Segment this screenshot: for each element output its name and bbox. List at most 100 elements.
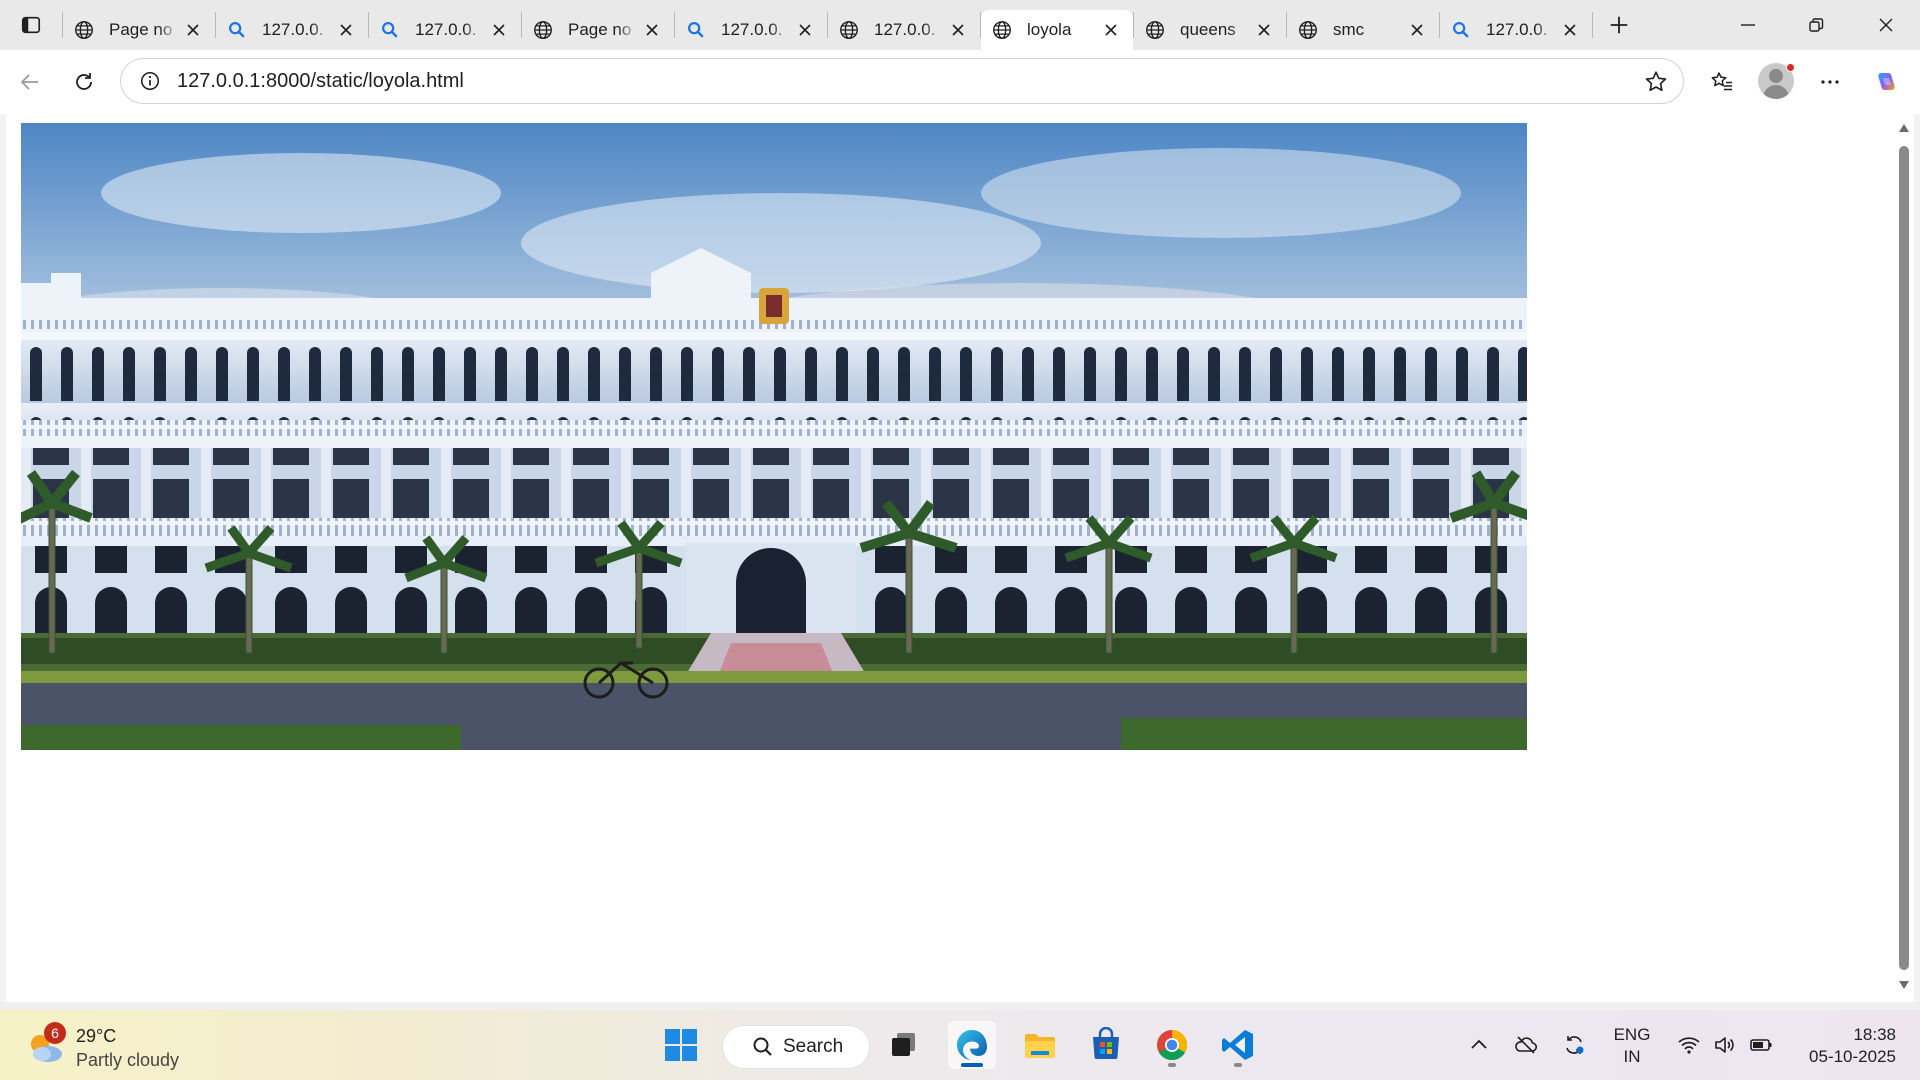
close-icon (1879, 18, 1893, 32)
search-icon (685, 19, 707, 41)
info-icon (140, 71, 160, 91)
tab-actions-button[interactable] (0, 0, 62, 50)
tab-label: Page no (109, 20, 173, 39)
microsoft-store-button[interactable] (1082, 1021, 1130, 1069)
store-icon (1093, 1027, 1119, 1059)
copilot-icon (1878, 73, 1895, 90)
tab-5[interactable]: 127.0.0. (828, 10, 980, 50)
copilot-button[interactable] (1866, 62, 1906, 102)
tab-2[interactable]: 127.0.0. (369, 10, 521, 50)
tab-label: queens (1180, 20, 1236, 39)
show-hidden-icons-button[interactable] (1464, 1030, 1494, 1060)
input-language-indicator[interactable]: ENG IN (1612, 1024, 1652, 1068)
tab-label: 127.0.0. (262, 20, 324, 39)
profile-notification-dot (1786, 63, 1795, 72)
minimize-button[interactable] (1714, 0, 1782, 50)
restore-button[interactable] (1782, 0, 1850, 50)
tab-3[interactable]: Page no (522, 10, 674, 50)
close-tab-icon[interactable] (642, 20, 662, 40)
battery-tray-button[interactable] (1746, 1030, 1776, 1060)
close-tab-icon[interactable] (1254, 20, 1274, 40)
page-viewport (6, 114, 1900, 1002)
close-tab-icon[interactable] (1407, 20, 1427, 40)
back-button[interactable] (10, 62, 50, 102)
vscode-icon (1222, 1030, 1253, 1060)
wifi-tray-button[interactable] (1674, 1030, 1704, 1060)
tab-7[interactable]: queens (1134, 10, 1286, 50)
sync-tray-button[interactable] (1559, 1030, 1589, 1060)
tab-8[interactable]: smc (1287, 10, 1439, 50)
new-tab-button[interactable] (1593, 0, 1645, 50)
start-button[interactable] (657, 1021, 705, 1069)
vscode-taskbar-button[interactable] (1214, 1021, 1262, 1069)
search-icon (379, 19, 401, 41)
weather-widget[interactable]: 6 29°C Partly cloudy (24, 1018, 214, 1072)
sync-icon (1566, 1036, 1584, 1054)
back-arrow-icon (20, 74, 38, 90)
settings-more-button[interactable] (1810, 62, 1850, 102)
close-tab-icon[interactable] (489, 20, 509, 40)
chevron-up-icon (1471, 1039, 1487, 1049)
tab-6[interactable]: loyola (981, 10, 1133, 50)
globe-icon (991, 19, 1013, 41)
clock-date: 05-10-2025 (1809, 1047, 1896, 1066)
edge-taskbar-button[interactable] (948, 1021, 996, 1069)
avatar-body (1763, 85, 1789, 99)
college-building-image (21, 123, 1527, 750)
globe-icon (1144, 19, 1166, 41)
close-tab-icon[interactable] (336, 20, 356, 40)
close-tab-icon[interactable] (948, 20, 968, 40)
address-bar[interactable]: 127.0.0.1:8000/static/loyola.html (120, 58, 1684, 104)
volume-icon (1715, 1037, 1734, 1053)
scroll-up-arrow-icon[interactable] (1898, 123, 1910, 133)
favorite-star-icon[interactable] (1643, 69, 1669, 95)
browser-bottom-edge (0, 1002, 1920, 1010)
task-view-button[interactable] (880, 1021, 928, 1069)
language-secondary: IN (1623, 1047, 1641, 1066)
language-primary: ENG (1613, 1025, 1651, 1044)
weather-notification-badge: 6 (44, 1022, 66, 1044)
page-scrollbar[interactable] (1894, 114, 1914, 1002)
chrome-taskbar-button[interactable] (1148, 1021, 1196, 1069)
site-info-button[interactable] (127, 58, 173, 104)
avatar-head (1769, 69, 1783, 83)
scroll-thumb[interactable] (1899, 146, 1909, 970)
address-url[interactable]: 127.0.0.1:8000/static/loyola.html (177, 70, 464, 93)
close-tab-icon[interactable] (1101, 20, 1121, 40)
taskbar-search[interactable]: Search (722, 1025, 870, 1069)
close-window-button[interactable] (1852, 0, 1920, 50)
tab-label: Page no (568, 20, 632, 39)
tab-label: loyola (1027, 20, 1072, 39)
tab-9[interactable]: 127.0.0. (1440, 10, 1592, 50)
close-tab-icon[interactable] (1560, 20, 1580, 40)
globe-icon (838, 19, 860, 41)
onedrive-tray-button[interactable] (1511, 1030, 1541, 1060)
tab-1[interactable]: 127.0.0. (216, 10, 368, 50)
tab-strip: Page no 127.0.0. 127.0.0. Page no 127.0.0. 12… (0, 0, 1920, 50)
restore-icon (1809, 18, 1824, 32)
file-explorer-button[interactable] (1016, 1021, 1064, 1069)
tab-list: Page no 127.0.0. 127.0.0. Page no 127.0.0. 12… (63, 0, 1592, 50)
close-tab-icon[interactable] (795, 20, 815, 40)
tab-0[interactable]: Page no (63, 10, 215, 50)
vscode-running-indicator (1234, 1063, 1242, 1067)
task-view-icon (892, 1033, 915, 1056)
tab-label: 127.0.0. (1486, 20, 1548, 39)
favorites-button[interactable] (1702, 62, 1742, 102)
edge-icon (957, 1030, 987, 1060)
refresh-icon (76, 73, 92, 90)
tab-label: 127.0.0. (721, 20, 783, 39)
scroll-down-arrow-icon[interactable] (1898, 980, 1910, 990)
plus-icon (1610, 16, 1628, 34)
tab-4[interactable]: 127.0.0. (675, 10, 827, 50)
search-icon (1450, 19, 1472, 41)
edge-active-indicator (961, 1063, 983, 1067)
volume-tray-button[interactable] (1710, 1030, 1740, 1060)
clock-time: 18:38 (1853, 1025, 1896, 1044)
weather-temperature: 29°C (76, 1026, 117, 1046)
system-clock[interactable]: 18:38 05-10-2025 (1796, 1024, 1896, 1068)
folder-icon (1025, 1034, 1055, 1058)
more-dots-icon (1821, 80, 1839, 84)
refresh-button[interactable] (64, 62, 104, 102)
close-tab-icon[interactable] (183, 20, 203, 40)
